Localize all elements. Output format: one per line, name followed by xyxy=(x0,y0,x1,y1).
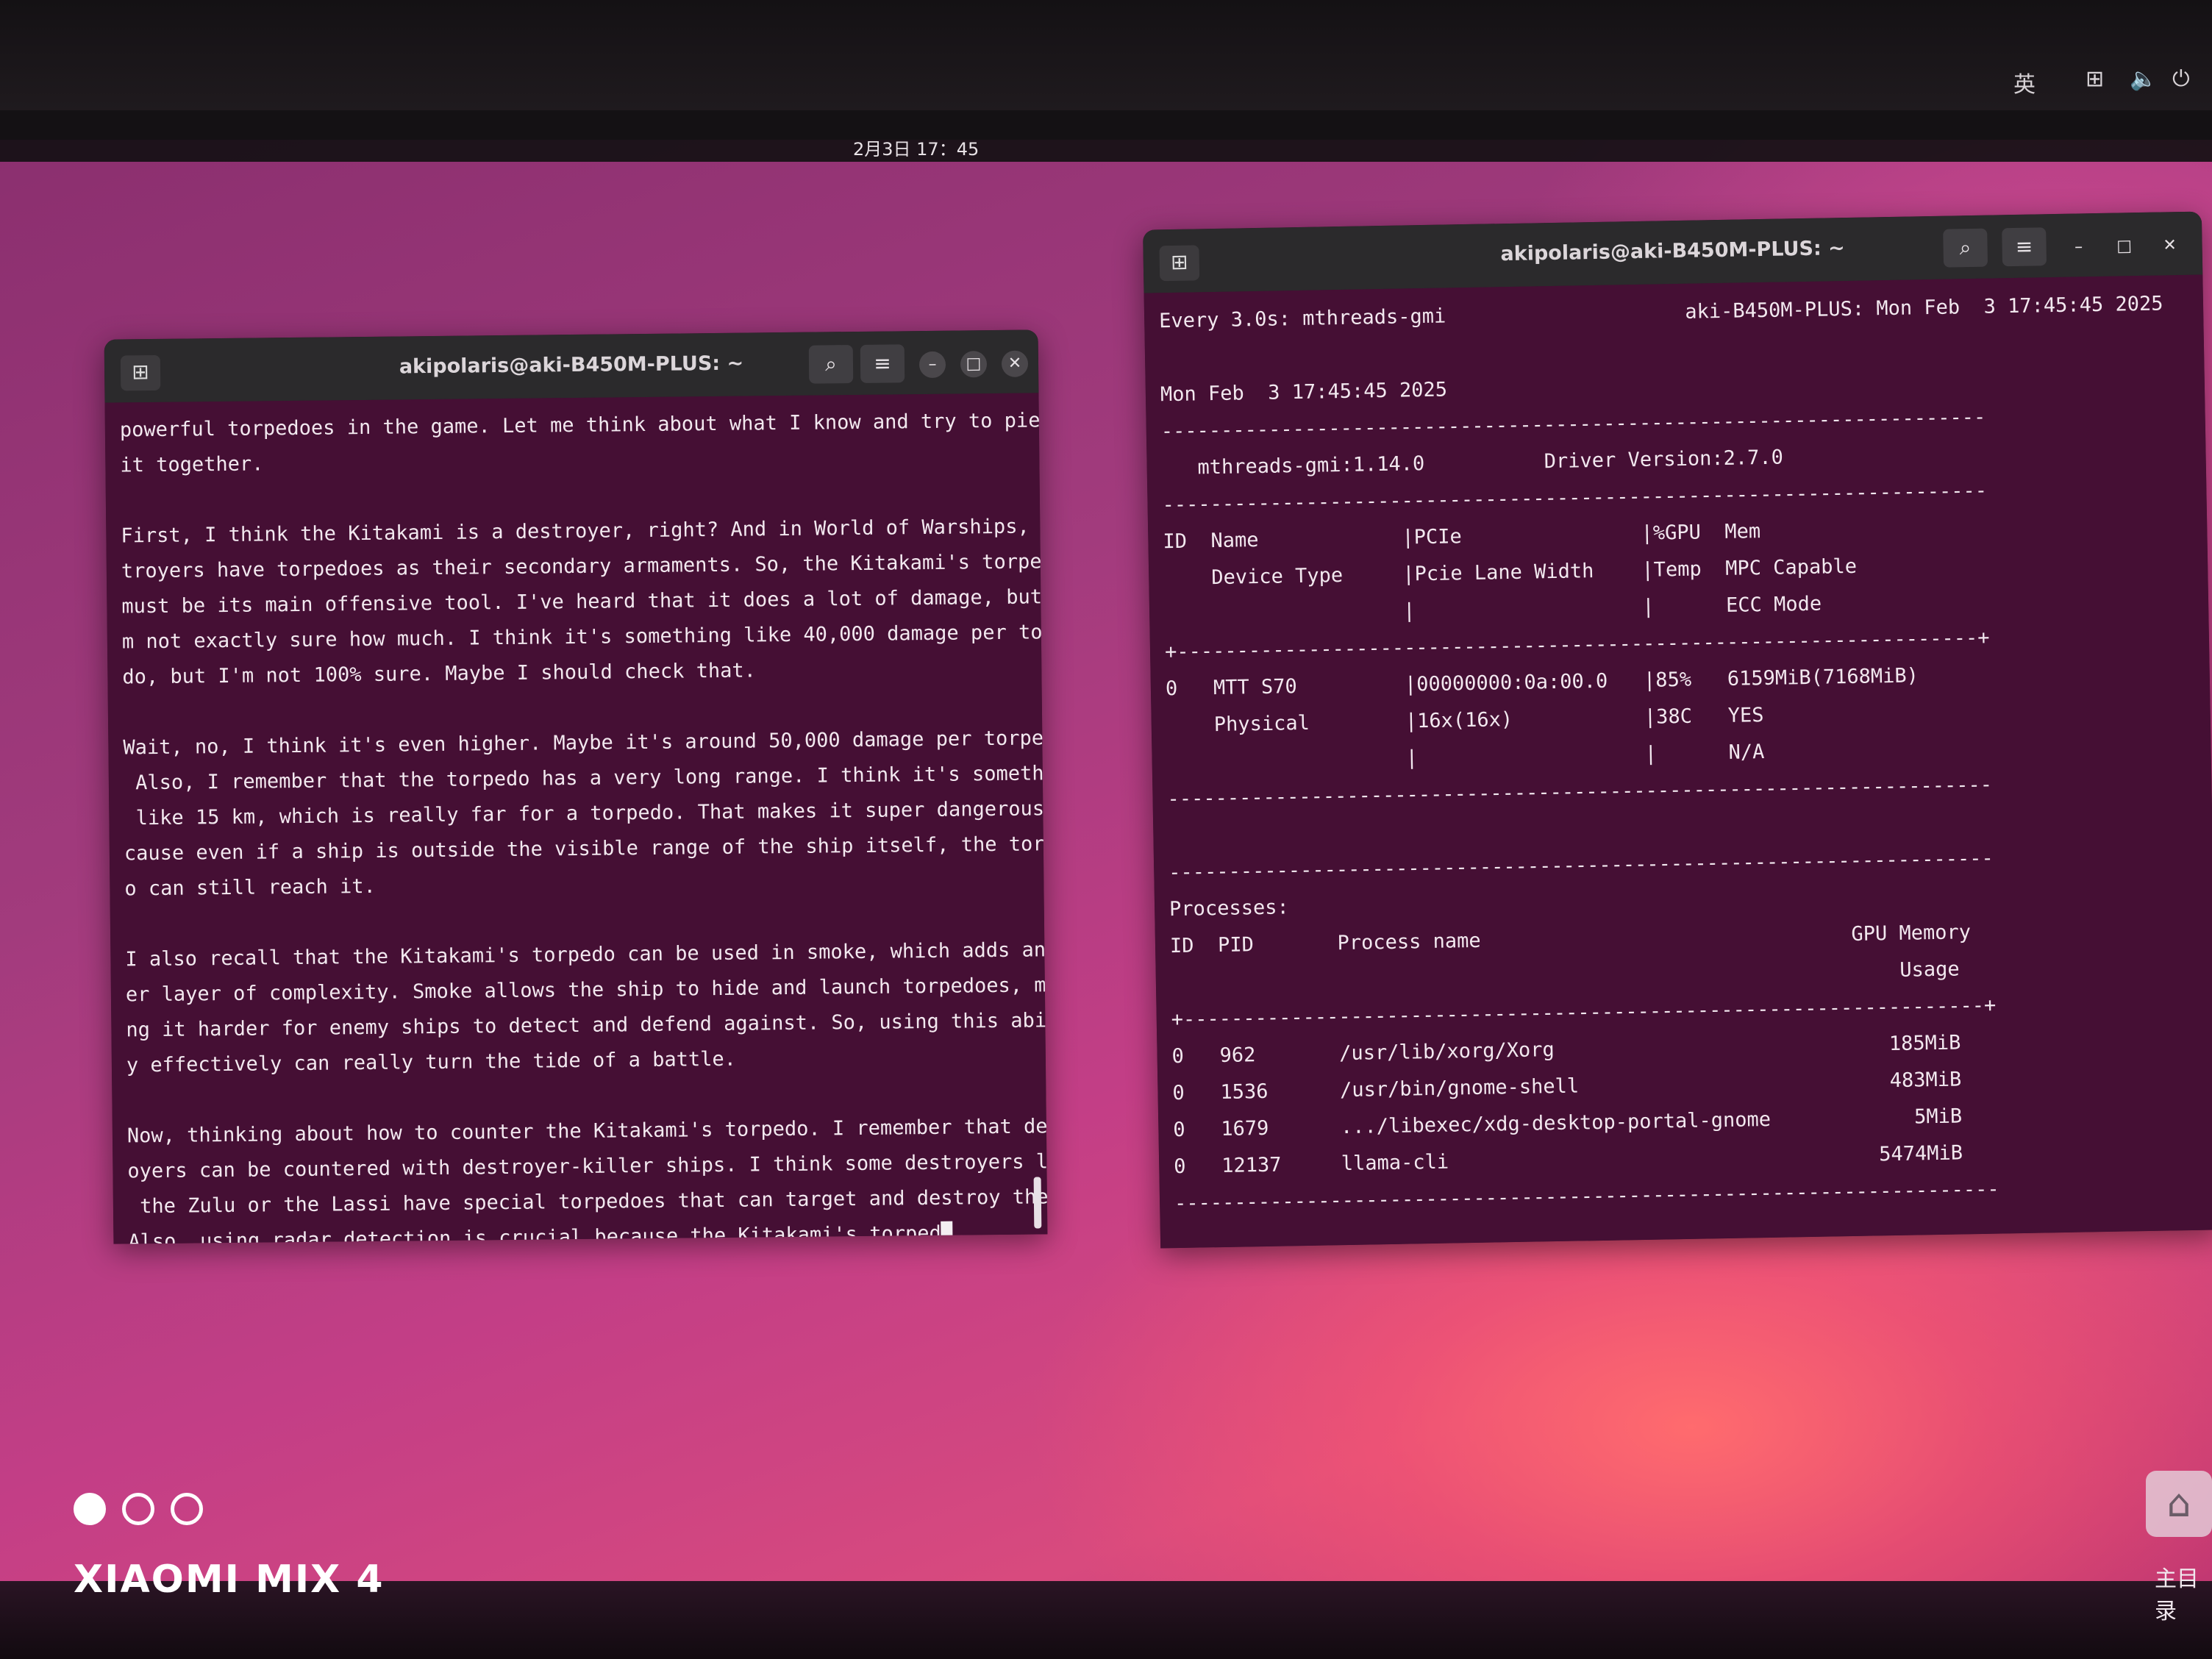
camera-watermark-brand: XIAOMI MIX 4 xyxy=(74,1558,385,1602)
menu-icon[interactable]: ≡ xyxy=(860,344,905,383)
left-terminal-output[interactable]: powerful torpedoes in the game. Let me t… xyxy=(104,393,1048,1244)
volume-icon[interactable]: 🔈 xyxy=(2130,66,2157,92)
right-terminal-output[interactable]: Every 3.0s: mthreads-gmi aki-B450M-PLUS:… xyxy=(1144,274,2212,1249)
close-icon[interactable]: ✕ xyxy=(2156,232,2183,260)
minimize-icon[interactable]: – xyxy=(2065,234,2092,261)
top-bar-clock[interactable]: 2月3日 17：45 xyxy=(853,135,979,160)
left-terminal-window[interactable]: ⊞ akipolaris@aki-B450M-PLUS: ~ ⌕ ≡ – □ ✕… xyxy=(104,329,1048,1244)
minimize-icon[interactable]: – xyxy=(918,351,946,379)
network-icon[interactable]: ⊞ xyxy=(2086,66,2104,92)
input-method-indicator[interactable]: 英 xyxy=(2013,66,2036,99)
top-bar xyxy=(0,110,2212,162)
maximize-icon[interactable]: □ xyxy=(2111,233,2138,260)
watermark-dot xyxy=(74,1493,106,1525)
maximize-icon[interactable]: □ xyxy=(960,351,988,378)
home-folder-icon[interactable]: ⌂ xyxy=(2146,1471,2212,1537)
left-terminal-scrollbar[interactable] xyxy=(1033,1177,1042,1229)
watermark-dot xyxy=(171,1493,203,1525)
right-terminal-window[interactable]: ⊞ akipolaris@aki-B450M-PLUS: ~ ⌕ ≡ – □ ✕… xyxy=(1143,211,2212,1249)
search-icon[interactable]: ⌕ xyxy=(808,345,854,384)
left-terminal-header[interactable]: ⊞ akipolaris@aki-B450M-PLUS: ~ ⌕ ≡ – □ ✕ xyxy=(104,329,1039,403)
menu-icon[interactable]: ≡ xyxy=(2002,227,2047,267)
watermark-dot xyxy=(122,1493,154,1525)
power-icon[interactable]: ⏻ xyxy=(2172,66,2190,92)
search-icon[interactable]: ⌕ xyxy=(1943,228,1988,268)
camera-watermark-dots xyxy=(74,1493,219,1528)
close-icon[interactable]: ✕ xyxy=(1001,350,1029,377)
home-folder-label[interactable]: 主目录 xyxy=(2155,1560,2212,1625)
